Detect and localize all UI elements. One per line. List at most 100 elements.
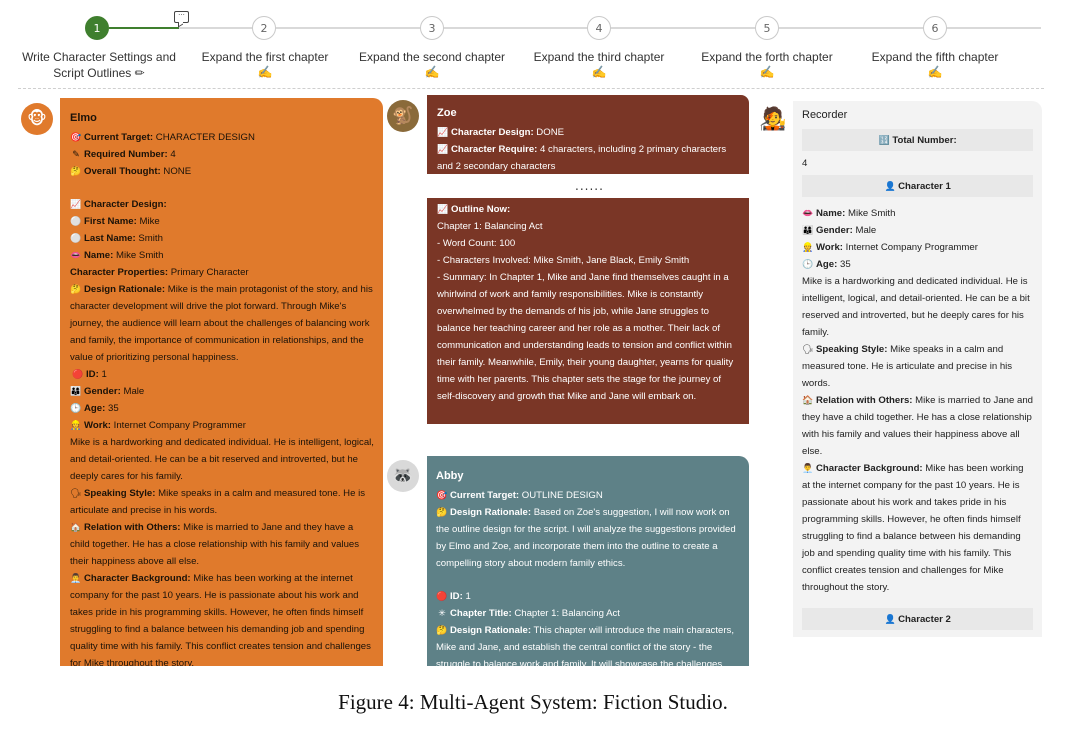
step-3-text: Expand the second chapter (358, 50, 506, 64)
rationale-row: 🤔 Design Rationale: Mike is the main prot… (70, 281, 374, 366)
gender-row: 👨‍👩‍👦 Gender: Male (802, 222, 1033, 239)
lips-icon: 👄 (802, 208, 814, 218)
id-row: 🔴 ID: 1 (70, 366, 374, 383)
step-5-label[interactable]: Expand the forth chapter ✍ (682, 49, 852, 79)
agent-name: Elmo (70, 112, 97, 124)
step-5-text: Expand the forth chapter (701, 50, 833, 64)
figure-caption: Figure 4: Multi-Agent System: Fiction St… (338, 690, 728, 714)
step-5-circle[interactable]: 5 (755, 16, 779, 40)
step-2-text: Expand the first chapter (201, 50, 329, 64)
writing-hand-icon: ✍ (759, 65, 775, 79)
step-connector (444, 27, 587, 29)
zoe-outline-message: 📈 Outline Now: Chapter 1: Balancing Act -… (427, 198, 749, 424)
zoe-avatar: 🐒 (387, 100, 419, 132)
agent-name: Recorder (802, 109, 848, 121)
divider (18, 88, 1044, 89)
thinking-face-icon: 🤔 (70, 166, 82, 176)
work-description: Mike is a hardworking and dedicated indi… (70, 437, 374, 482)
person-outline-icon: 👤 (884, 181, 896, 191)
design-row: 📈 Character Design: (70, 196, 374, 213)
rationale-row: 🤔 Design Rationale: This chapter will int… (436, 622, 741, 666)
outline-line: - Characters Involved: Mike Smith, Jane … (437, 255, 690, 266)
step-6-circle[interactable]: 6 (923, 16, 947, 40)
step-2-circle[interactable]: 2 (252, 16, 276, 40)
agent-name: Zoe (437, 107, 457, 119)
required-row: ✎ Required Number: 4 (70, 146, 374, 163)
pencil-icon: ✎ (72, 149, 80, 159)
chart-icon: 📈 (70, 199, 82, 209)
character-2-header[interactable]: 👤 Character 2 (802, 608, 1033, 630)
house-icon: 🏠 (802, 395, 814, 405)
white-circle-icon: ⚪ (70, 216, 82, 226)
step-6-label[interactable]: Expand the fifth chapter ✍ (850, 49, 1020, 79)
thinking-face-icon: 🤔 (436, 625, 448, 635)
step-3-label[interactable]: Expand the second chapter ✍ (347, 49, 517, 79)
step-connector (179, 27, 252, 29)
age-row: 🕒 Age: 35 (70, 400, 374, 417)
chat-bubble-icon[interactable]: ··· (174, 11, 189, 23)
family-icon: 👨‍👩‍👦 (802, 225, 814, 235)
step-4-label[interactable]: Expand the third chapter ✍ (514, 49, 684, 79)
writing-hand-icon: ✍ (591, 65, 607, 79)
lips-icon: 👄 (70, 250, 82, 260)
background-row: 👨‍💼 Character Background: Mike has been w… (802, 460, 1033, 596)
speaking-row: 🗣 Speaking Style: Mike speaks in a calm a… (802, 341, 1033, 392)
recorder-panel: Recorder 🔢 Total Number: 4 👤 Character 1 👄… (793, 101, 1042, 637)
sparkle-icon: ✳ (438, 608, 446, 618)
writing-hand-icon: ✍ (257, 65, 273, 79)
step-1-text: Write Character Settings and Script Outl… (22, 50, 176, 80)
step-1-circle[interactable]: 1 (85, 16, 109, 40)
clock-icon: 🕒 (70, 403, 82, 413)
writing-hand-icon: ✍ (424, 65, 440, 79)
person-outline-icon: 👤 (884, 614, 896, 624)
pencil-icon: ✏ (134, 66, 145, 80)
elmo-avatar: 🐵 (21, 103, 53, 135)
chart-icon: 📈 (437, 127, 449, 137)
target-row: 🎯 Current Target: OUTLINE DESIGN (436, 487, 741, 504)
properties-row: Character Properties: Primary Character (70, 267, 249, 278)
step-connector (276, 27, 420, 29)
step-1-label[interactable]: Write Character Settings and Script Outl… (14, 49, 184, 81)
name-row: 👄 Name: Mike Smith (802, 205, 1033, 222)
step-4-circle[interactable]: 4 (587, 16, 611, 40)
chapter-row: ✳ Chapter Title: Chapter 1: Balancing Act (436, 605, 741, 622)
house-icon: 🏠 (70, 522, 82, 532)
description: Mike is a hardworking and dedicated indi… (802, 276, 1030, 338)
outline-line: Chapter 1: Balancing Act (437, 221, 543, 232)
target-icon: 🎯 (70, 132, 82, 142)
white-circle-icon: ⚪ (70, 233, 82, 243)
recorder-avatar: 🧑‍🎤 (757, 103, 789, 135)
speaking-head-icon: 🗣 (802, 344, 814, 354)
thought-row: 🤔 Overall Thought: NONE (70, 163, 374, 180)
relation-row: 🏠 Relation with Others: Mike is married t… (70, 519, 374, 570)
rationale-row: 🤔 Design Rationale: Based on Zoe's sugges… (436, 504, 741, 572)
progress-stepper: ··· 1 2 3 4 5 6 Write Character Settings… (0, 0, 1066, 90)
work-row: 👷 Work: Internet Company Programmer (802, 239, 1033, 256)
outline-line: - Word Count: 100 (437, 238, 516, 249)
step-4-text: Expand the third chapter (533, 50, 665, 64)
person-icon: 👨‍💼 (70, 573, 82, 583)
step-connector (611, 27, 755, 29)
abby-avatar: 🦝 (387, 460, 419, 492)
clock-icon: 🕒 (802, 259, 814, 269)
work-row: 👷 Work: Internet Company Programmer (70, 417, 374, 434)
step-3-circle[interactable]: 3 (420, 16, 444, 40)
first-name-row: ⚪ First Name: Mike (70, 213, 374, 230)
last-name-row: ⚪ Last Name: Smith (70, 230, 374, 247)
outline-line: - Summary: In Chapter 1, Mike and Jane f… (437, 272, 734, 402)
step-connector (947, 27, 1041, 29)
chart-icon: 📈 (437, 144, 449, 154)
elmo-message: Elmo 🎯 Current Target: CHARACTER DESIGN ✎… (60, 98, 383, 666)
step-2-label[interactable]: Expand the first chapter ✍ (180, 49, 350, 79)
chart-icon: 📈 (437, 204, 449, 214)
zoe-message: Zoe 📈 Character Design: DONE 📈 Character R… (427, 95, 749, 174)
target-icon: 🎯 (436, 490, 448, 500)
step-6-text: Expand the fifth chapter (871, 50, 999, 64)
design-row: 📈 Character Design: DONE (437, 124, 739, 141)
step-connector (779, 27, 923, 29)
total-number-value: 4 (802, 158, 808, 169)
family-icon: 👨‍👩‍👦 (70, 386, 82, 396)
thinking-face-icon: 🤔 (436, 507, 448, 517)
character-1-header[interactable]: 👤 Character 1 (802, 175, 1033, 197)
background-row: 👨‍💼 Character Background: Mike has been w… (70, 570, 374, 666)
